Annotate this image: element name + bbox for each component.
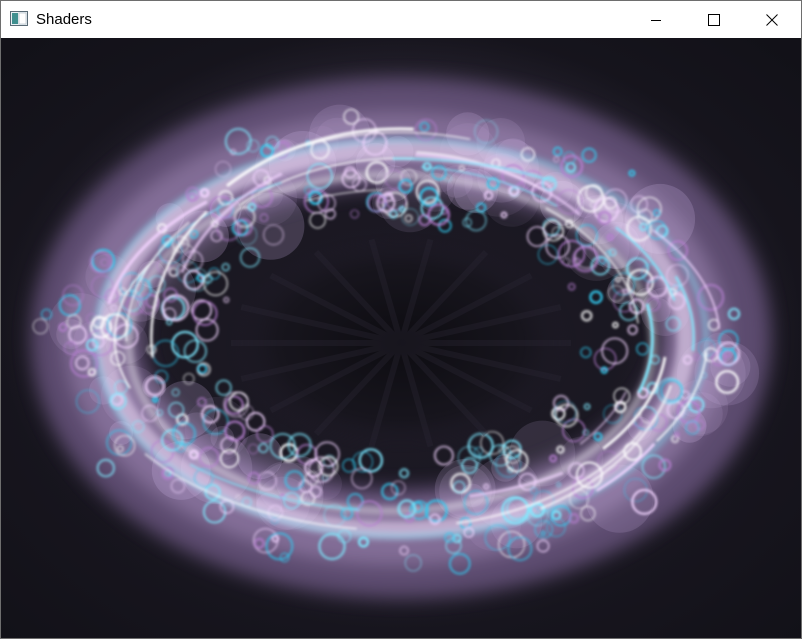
app-window-icon bbox=[10, 11, 28, 26]
minimize-icon bbox=[651, 19, 661, 21]
maximize-button[interactable] bbox=[685, 1, 743, 38]
shader-render-canvas[interactable] bbox=[1, 38, 801, 638]
close-button[interactable] bbox=[743, 1, 801, 38]
title-bar[interactable]: Shaders bbox=[1, 1, 801, 38]
shader-output bbox=[1, 38, 801, 638]
app-window: Shaders bbox=[0, 0, 802, 639]
close-icon bbox=[766, 13, 778, 26]
window-title: Shaders bbox=[36, 11, 92, 28]
minimize-button[interactable] bbox=[627, 1, 685, 38]
maximize-icon bbox=[708, 13, 720, 26]
